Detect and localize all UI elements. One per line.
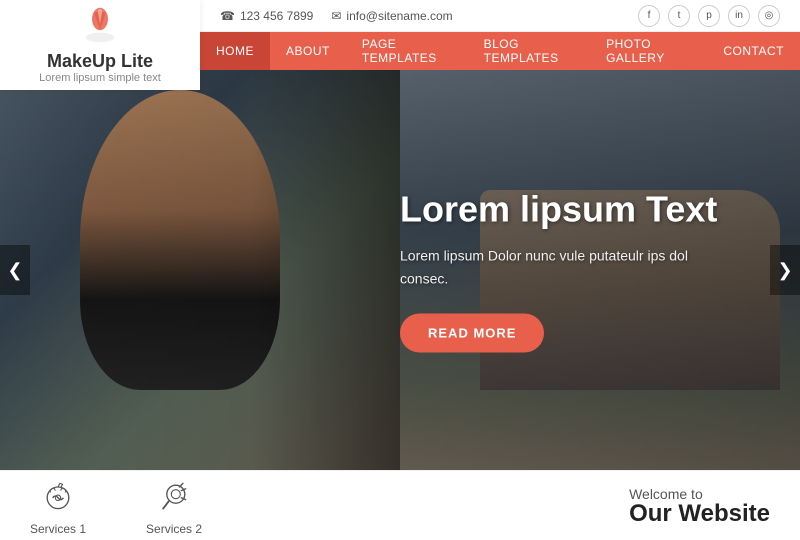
nav-about[interactable]: ABOUT bbox=[270, 32, 346, 70]
logo-subtitle: Lorem lipsum simple text bbox=[39, 72, 161, 84]
twitter-icon[interactable]: t bbox=[668, 5, 690, 27]
hero-description: Lorem lipsum Dolor nunc vule putateulr i… bbox=[400, 245, 740, 290]
service-item-2: Services 2 bbox=[146, 476, 202, 536]
facebook-icon[interactable]: f bbox=[638, 5, 660, 27]
phone-number: 123 456 7899 bbox=[240, 9, 313, 23]
hero-next-button[interactable]: ❯ bbox=[770, 245, 800, 295]
service-1-icon bbox=[38, 476, 78, 516]
service-2-icon bbox=[154, 476, 194, 516]
logo-icon bbox=[80, 7, 120, 47]
arrow-left-icon: ❮ bbox=[7, 260, 22, 281]
instagram-icon[interactable]: ◎ bbox=[758, 5, 780, 27]
service-item-1: Services 1 bbox=[30, 476, 86, 536]
read-more-button[interactable]: READ MORE bbox=[400, 313, 544, 352]
top-bar: ☎ 123 456 7899 ✉ info@sitename.com f t p… bbox=[200, 0, 800, 32]
social-links: f t p in ◎ bbox=[638, 5, 780, 27]
nav-contact[interactable]: CONTACT bbox=[707, 32, 800, 70]
pinterest-icon[interactable]: p bbox=[698, 5, 720, 27]
hero-title: Lorem lipsum Text bbox=[400, 188, 740, 231]
hero-prev-button[interactable]: ❮ bbox=[0, 245, 30, 295]
nav-page-templates[interactable]: PAGE TEMPLATES bbox=[346, 32, 468, 70]
nav-home[interactable]: HOME bbox=[200, 32, 270, 70]
welcome-block: Welcome to Our Website bbox=[629, 486, 770, 526]
logo: MakeUp Lite Lorem lipsum simple text bbox=[0, 0, 200, 90]
contact-info: ☎ 123 456 7899 ✉ info@sitename.com bbox=[220, 9, 638, 23]
logo-title: MakeUp Lite bbox=[47, 51, 153, 72]
nav-blog-templates[interactable]: BLOG TEMPLATES bbox=[468, 32, 590, 70]
email-address: info@sitename.com bbox=[346, 9, 452, 23]
service-1-label: Services 1 bbox=[30, 522, 86, 536]
nav-photo-gallery[interactable]: PHOTO GALLERY bbox=[590, 32, 707, 70]
linkedin-icon[interactable]: in bbox=[728, 5, 750, 27]
hero-section: ❮ Lorem lipsum Text Lorem lipsum Dolor n… bbox=[0, 70, 800, 470]
email-item: ✉ info@sitename.com bbox=[331, 9, 452, 23]
service-2-label: Services 2 bbox=[146, 522, 202, 536]
hero-content: Lorem lipsum Text Lorem lipsum Dolor nun… bbox=[400, 188, 740, 353]
phone-icon: ☎ bbox=[220, 9, 235, 23]
welcome-title: Our Website bbox=[629, 502, 770, 526]
arrow-right-icon: ❯ bbox=[777, 260, 792, 281]
phone-item: ☎ 123 456 7899 bbox=[220, 9, 313, 23]
bottom-section: Services 1 Services 2 Welcome to Our Web… bbox=[0, 470, 800, 540]
navigation: HOME ABOUT PAGE TEMPLATES BLOG TEMPLATES… bbox=[200, 32, 800, 70]
email-icon: ✉ bbox=[331, 9, 341, 23]
